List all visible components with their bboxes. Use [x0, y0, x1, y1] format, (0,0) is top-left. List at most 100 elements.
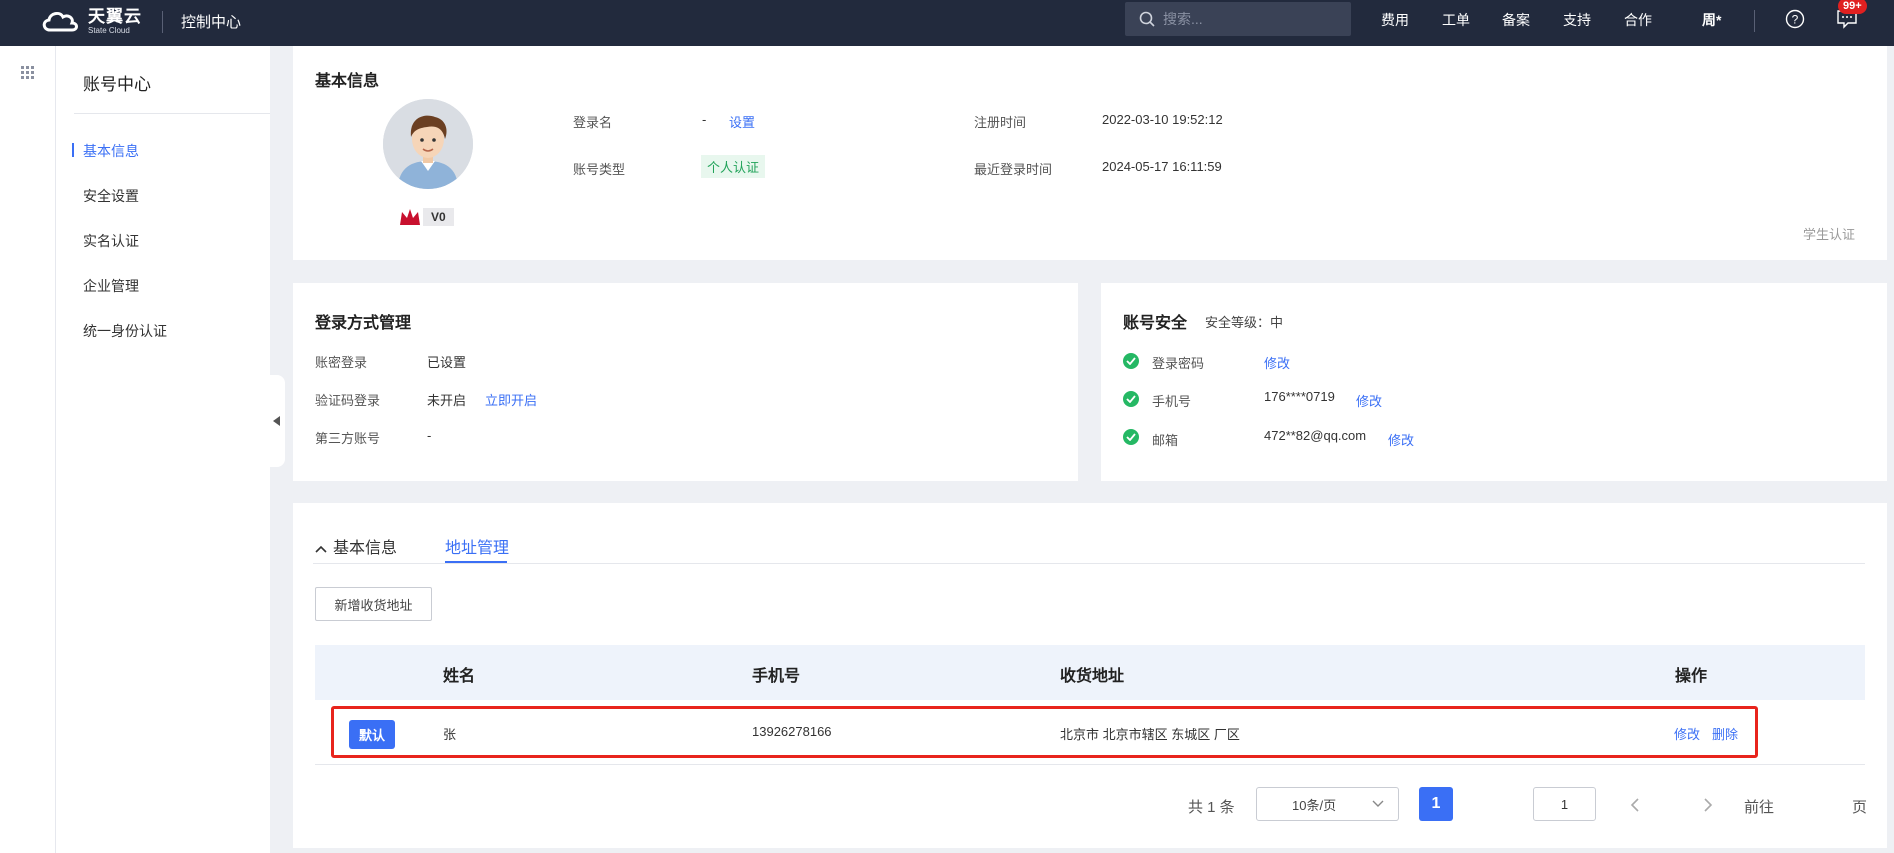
last-login-label: 最近登录时间: [974, 162, 1053, 177]
avatar[interactable]: [383, 99, 473, 189]
col-actions: 操作: [1675, 668, 1708, 685]
address-card: 基本信息 地址管理 新增收货地址 姓名 手机号 收货地址 操作 默认 张 139…: [293, 503, 1887, 848]
enable-code-login-link[interactable]: 立即开启: [485, 390, 537, 409]
page-1-button[interactable]: 1: [1419, 787, 1453, 821]
login-method-value: 未开启: [427, 393, 467, 408]
nav-support[interactable]: 支持: [1563, 10, 1591, 30]
search-icon: [1139, 11, 1155, 27]
logo-cn-text: 天翼云: [88, 6, 142, 26]
delete-address-link[interactable]: 删除: [1712, 724, 1738, 743]
edit-phone-link[interactable]: 修改: [1356, 391, 1382, 410]
check-circle-icon: [1123, 391, 1139, 407]
account-sidebar: 账号中心 基本信息 安全设置 实名认证 企业管理 统一身份认证: [56, 46, 270, 853]
security-item-label: 手机号: [1152, 394, 1192, 409]
page-unit-label: 页: [1852, 799, 1868, 816]
account-security-title: 账号安全: [1123, 315, 1188, 332]
page-size-select[interactable]: 10条/页: [1256, 787, 1399, 821]
student-cert-link[interactable]: 学生认证: [1803, 224, 1855, 243]
email-value: 472**82@qq.com: [1264, 428, 1367, 443]
login-method-value: 已设置: [427, 355, 467, 370]
svg-text:?: ?: [1792, 13, 1799, 27]
tab-basic-info-label: 基本信息: [333, 540, 398, 557]
row-name: 张: [443, 727, 457, 742]
add-address-button[interactable]: 新增收货地址: [315, 587, 432, 621]
sidebar-item-real-name[interactable]: 实名认证: [83, 231, 139, 251]
set-login-name-link[interactable]: 设置: [729, 112, 755, 131]
tab-address[interactable]: 地址管理: [445, 534, 509, 558]
chevron-up-icon: [315, 545, 327, 553]
next-page-icon[interactable]: [1703, 798, 1713, 812]
account-type-tag: 个人认证: [701, 155, 766, 178]
login-name-value: -: [702, 112, 707, 127]
avatar-illustration-icon: [383, 99, 473, 189]
login-methods-card: 登录方式管理 账密登录 已设置 验证码登录 未开启 立即开启 第三方账号 -: [293, 283, 1078, 481]
sidebar-item-unified-identity[interactable]: 统一身份认证: [83, 321, 167, 341]
app-grid-icon[interactable]: [21, 66, 35, 80]
global-search[interactable]: [1125, 2, 1351, 36]
level-badge: V0: [399, 207, 454, 227]
edit-address-link[interactable]: 修改: [1674, 724, 1700, 743]
tianyi-cloud-logo[interactable]: 天翼云 State Cloud: [40, 6, 142, 36]
edit-password-link[interactable]: 修改: [1264, 353, 1290, 372]
basic-info-card: 基本信息 V0 登录名 - 设置 账号类型 个人认证 注册时间 2022-03-…: [293, 46, 1887, 260]
logo-en-text: State Cloud: [88, 25, 130, 35]
sidebar-divider: [74, 113, 270, 114]
search-input[interactable]: [1163, 11, 1333, 27]
table-row: 默认 张 13926278166 北京市 北京市辖区 东城区 厂区 修改 删除: [315, 700, 1865, 765]
console-title[interactable]: 控制中心: [181, 11, 241, 32]
topbar-divider: [162, 11, 163, 33]
level-crown-icon: [400, 209, 420, 225]
active-tab-underline: [445, 561, 507, 563]
account-type-label: 账号类型: [573, 162, 626, 177]
login-methods-title: 登录方式管理: [315, 315, 412, 332]
phone-value: 176****0719: [1264, 389, 1335, 404]
security-item-label: 登录密码: [1152, 356, 1205, 371]
sidebar-item-basic-info[interactable]: 基本信息: [83, 141, 139, 161]
nav-tickets[interactable]: 工单: [1442, 10, 1470, 30]
caret-left-icon: [273, 416, 280, 426]
security-item-label: 邮箱: [1152, 433, 1179, 448]
sidebar-title: 账号中心: [83, 75, 151, 94]
help-icon[interactable]: ?: [1785, 9, 1805, 29]
col-name: 姓名: [443, 668, 476, 685]
notification-badge: 99+: [1838, 0, 1867, 14]
left-rail: [0, 46, 56, 853]
tabs-divider: [313, 563, 1865, 564]
goto-page-input[interactable]: [1533, 787, 1596, 821]
basic-info-title: 基本信息: [315, 73, 380, 90]
sidebar-collapse-toggle[interactable]: [269, 375, 285, 467]
cloud-logo-icon: [42, 11, 78, 32]
page-size-value: 10条/页: [1292, 797, 1337, 813]
edit-email-link[interactable]: 修改: [1388, 430, 1414, 449]
row-phone: 13926278166: [752, 724, 832, 739]
nav-fees[interactable]: 费用: [1381, 10, 1409, 30]
user-menu[interactable]: 周*: [1702, 10, 1721, 30]
last-login-value: 2024-05-17 16:11:59: [1102, 159, 1222, 174]
register-time-label: 注册时间: [974, 115, 1027, 130]
active-indicator: [72, 143, 74, 157]
top-navbar: 天翼云 State Cloud 控制中心 费用 工单 备案 支持 合作 周* ?…: [0, 0, 1894, 46]
login-method-label: 第三方账号: [315, 431, 381, 446]
security-level-text: 安全等级：中: [1205, 315, 1284, 330]
topbar-divider-right: [1754, 10, 1755, 32]
nav-partner[interactable]: 合作: [1624, 10, 1652, 30]
register-time-value: 2022-03-10 19:52:12: [1102, 112, 1223, 127]
nav-filing[interactable]: 备案: [1502, 10, 1530, 30]
chevron-down-icon: [1372, 800, 1384, 807]
check-circle-icon: [1123, 353, 1139, 369]
table-header: 姓名 手机号 收货地址 操作: [315, 645, 1865, 700]
tab-basic-info[interactable]: 基本信息: [315, 534, 397, 558]
login-method-value: -: [427, 428, 432, 443]
goto-label: 前往: [1744, 799, 1775, 816]
total-count: 共 1 条: [1188, 799, 1235, 816]
col-address: 收货地址: [1060, 668, 1125, 685]
sidebar-item-security-settings[interactable]: 安全设置: [83, 186, 139, 206]
login-method-label: 验证码登录: [315, 393, 381, 408]
prev-page-icon[interactable]: [1630, 798, 1640, 812]
row-address: 北京市 北京市辖区 东城区 厂区: [1060, 727, 1240, 742]
login-name-label: 登录名: [573, 115, 613, 130]
col-phone: 手机号: [752, 668, 801, 685]
check-circle-icon: [1123, 429, 1139, 445]
login-method-label: 账密登录: [315, 355, 368, 370]
sidebar-item-enterprise[interactable]: 企业管理: [83, 276, 139, 296]
